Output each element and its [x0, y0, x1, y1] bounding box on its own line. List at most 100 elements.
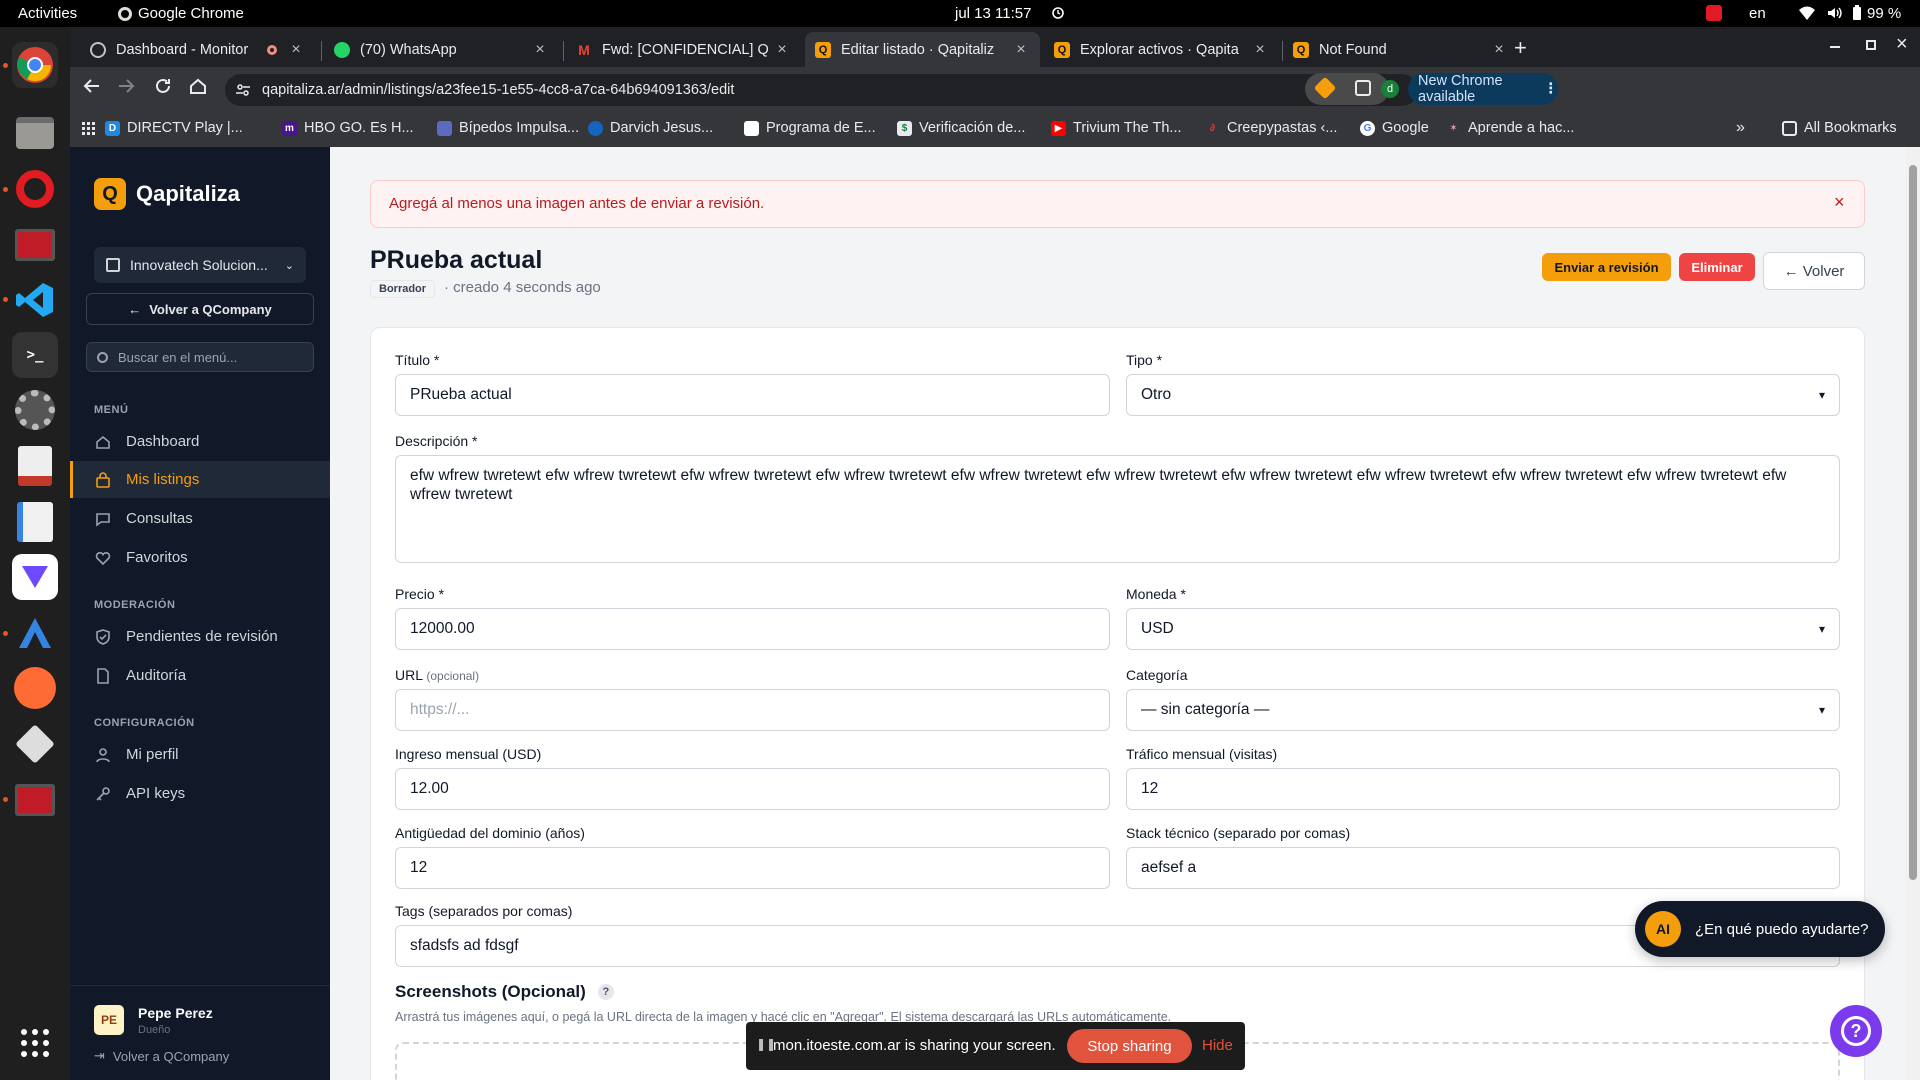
reload-icon[interactable] [154, 77, 172, 95]
bookmark-creepypastas[interactable]: ∂ Creepypastas ‹... [1205, 120, 1337, 136]
forward-arrow-icon[interactable] [117, 77, 135, 95]
scrollbar-thumb[interactable] [1909, 165, 1917, 880]
sidebar-item-consultas[interactable]: Consultas [70, 500, 330, 537]
package-dock-icon[interactable] [12, 721, 58, 767]
ingreso-input[interactable]: 12.00 [395, 768, 1110, 810]
brand-logo[interactable]: Q Qapitaliza [94, 178, 240, 210]
sidebar-item-pendientes[interactable]: Pendientes de revisión [70, 618, 330, 655]
apps-grid-icon[interactable] [82, 122, 96, 136]
extensions-puzzle-icon[interactable] [1355, 80, 1371, 96]
sidebar-item-mi-perfil[interactable]: Mi perfil [70, 736, 330, 773]
volume-icon[interactable] [1826, 5, 1844, 21]
back-arrow-icon[interactable] [83, 77, 101, 95]
app-menu[interactable]: Google Chrome [118, 5, 244, 22]
stop-sharing-button[interactable]: Stop sharing [1067, 1029, 1192, 1063]
close-alert-icon[interactable]: × [1834, 192, 1845, 213]
proton-vpn-dock-icon[interactable] [12, 554, 58, 600]
close-tab-icon[interactable]: × [531, 41, 549, 59]
bookmark-google[interactable]: G Google [1360, 120, 1429, 136]
tab-not-found[interactable]: Q Not Found × [1283, 32, 1518, 67]
more-bookmarks-icon[interactable]: » [1736, 119, 1745, 137]
close-tab-icon[interactable]: × [1012, 41, 1030, 59]
help-fab[interactable]: ? [1830, 1005, 1882, 1057]
minimize-icon[interactable] [1830, 46, 1840, 48]
close-tab-icon[interactable]: × [773, 41, 791, 59]
trafico-input[interactable]: 12 [1126, 768, 1840, 810]
hide-button[interactable]: Hide [1202, 1037, 1233, 1054]
terminal-dock-icon[interactable]: >_ [12, 332, 58, 378]
titulo-input[interactable]: PRueba actual [395, 374, 1110, 416]
moneda-select[interactable]: USD ▾ [1126, 608, 1840, 650]
all-bookmarks-button[interactable]: All Bookmarks [1782, 120, 1897, 136]
close-tab-icon[interactable]: × [287, 41, 305, 59]
remote-desktop-dock-icon[interactable] [12, 222, 58, 268]
page-scrollbar[interactable] [1906, 147, 1920, 1080]
tags-input[interactable]: sfadsfs ad fdsgf [395, 925, 1840, 967]
tab-explorar-activos[interactable]: Q Explorar activos · Qapita × [1044, 32, 1279, 67]
descripcion-textarea[interactable]: efw wfrew twretewt efw wfrew twretewt ef… [395, 455, 1840, 563]
home-icon[interactable] [189, 77, 207, 95]
clock[interactable]: jul 13 11:57 [955, 5, 1031, 22]
submit-for-review-button[interactable]: Enviar a revisión [1542, 253, 1671, 281]
shield-check-icon [94, 628, 112, 646]
drawing-app-dock-icon[interactable] [12, 665, 58, 711]
new-tab-icon[interactable]: + [1514, 35, 1527, 61]
antiguedad-input[interactable]: 12 [395, 847, 1110, 889]
profile-avatar[interactable]: d [1381, 80, 1399, 98]
remote-desktop-2-dock-icon[interactable] [12, 777, 58, 823]
arduino-dock-icon[interactable] [12, 610, 58, 656]
text-editor-dock-icon[interactable] [12, 499, 58, 545]
bookmark-bipedos[interactable]: Bípedos Impulsa... [437, 120, 579, 136]
help-icon[interactable]: ? [597, 984, 614, 1000]
bookmark-trivium[interactable]: ▶ Trivium The Th... [1051, 120, 1182, 136]
chrome-dock-icon[interactable] [12, 42, 58, 88]
settings-dock-icon[interactable] [12, 387, 58, 433]
battery-icon[interactable] [1852, 5, 1862, 21]
company-switcher[interactable]: Innovatech Solucion... ⌄ [94, 247, 306, 283]
close-window-icon[interactable]: × [1896, 33, 1908, 56]
tab-gmail[interactable]: M Fwd: [CONFIDENCIAL] Q × [566, 32, 801, 67]
sidebar-search-input[interactable]: Buscar en el menú... [86, 342, 314, 372]
back-button[interactable]: ← Volver [1763, 252, 1865, 290]
sidebar-item-api-keys[interactable]: API keys [70, 775, 330, 812]
bookmark-programa[interactable]: Programa de E... [744, 120, 876, 136]
back-to-qcompany-button[interactable]: ← Volver a QCompany [86, 293, 314, 325]
files-dock-icon[interactable] [12, 110, 58, 156]
document-viewer-dock-icon[interactable] [12, 443, 58, 489]
keyboard-language[interactable]: en [1749, 5, 1766, 22]
sidebar-item-auditoria[interactable]: Auditoría [70, 657, 330, 694]
categoria-select[interactable]: — sin categoría — ▾ [1126, 689, 1840, 731]
tab-editar-listado[interactable]: Q Editar listado · Qapitaliz × [805, 32, 1040, 67]
extension-tool-icon[interactable] [1313, 76, 1337, 100]
precio-input[interactable]: 12000.00 [395, 608, 1110, 650]
bookmark-aprende[interactable]: ✶ Aprende a hac... [1446, 120, 1574, 136]
opera-dock-icon[interactable] [12, 166, 58, 212]
url-input[interactable]: https://... [395, 689, 1110, 731]
bookmark-darvich[interactable]: Darvich Jesus... [588, 120, 713, 136]
bookmark-directv[interactable]: D DIRECTV Play |... [105, 120, 243, 136]
activities-button[interactable]: Activities [18, 5, 77, 22]
close-tab-icon[interactable]: × [1251, 41, 1269, 59]
delete-button[interactable]: Eliminar [1679, 253, 1755, 281]
sidebar-item-dashboard[interactable]: Dashboard [70, 423, 330, 460]
bipedos-icon [437, 120, 452, 136]
maximize-icon[interactable] [1866, 40, 1876, 50]
sidebar-item-mis-listings[interactable]: Mis listings [70, 461, 330, 498]
sidebar-footer-back-link[interactable]: ⇥ Volver a QCompany [94, 1048, 229, 1064]
bookmark-hbo[interactable]: m HBO GO. Es H... [282, 120, 414, 136]
bookmark-verificacion[interactable]: $ Verificación de... [897, 120, 1025, 136]
sidebar-item-favoritos[interactable]: Favoritos [70, 539, 330, 576]
show-apps-icon[interactable] [12, 1020, 58, 1066]
tab-dashboard[interactable]: Dashboard - Monitor × [80, 32, 315, 67]
tab-whatsapp[interactable]: (70) WhatsApp × [324, 32, 559, 67]
tipo-select[interactable]: Otro ▾ [1126, 374, 1840, 416]
stack-input[interactable]: aefsef a [1126, 847, 1840, 889]
site-info-icon[interactable] [235, 82, 251, 98]
wifi-icon[interactable] [1798, 5, 1816, 21]
ai-assistant-bubble[interactable]: AI ¿En qué puedo ayudarte? [1635, 901, 1885, 957]
vscode-dock-icon[interactable] [12, 277, 58, 323]
close-tab-icon[interactable]: × [1490, 41, 1508, 59]
screen-share-indicator-icon[interactable] [1706, 5, 1722, 21]
address-bar[interactable]: qapitaliza.ar/admin/listings/a23fee15-1e… [225, 74, 1418, 106]
new-chrome-available-button[interactable]: New Chrome available ⋮ [1408, 73, 1558, 105]
